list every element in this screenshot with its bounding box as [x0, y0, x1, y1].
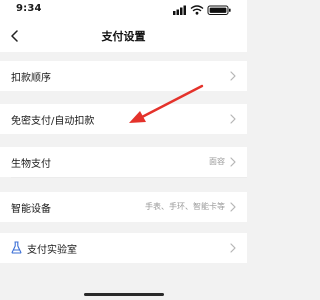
row-smart-device[interactable]: 智能设备 手表、手环、智能卡等 — [0, 192, 247, 222]
chevron-right-icon — [230, 202, 236, 212]
page-title: 支付设置 — [101, 30, 146, 43]
row-smart-device-value: 手表、手环、智能卡等 — [145, 202, 225, 211]
row-deduct-order-label: 扣款顺序 — [11, 73, 51, 84]
row-biometric-value: 面容 — [209, 157, 225, 166]
row-biometric[interactable]: 生物支付 面容 — [0, 147, 247, 177]
status-time: 9:34 — [16, 3, 42, 14]
row-biometric-label: 生物支付 — [11, 159, 51, 170]
status-icons — [173, 5, 235, 15]
status-bar: 9:34 — [0, 0, 247, 20]
nav-bar: 支付设置 — [0, 20, 247, 52]
signal-icon — [173, 5, 186, 15]
row-auto-pay[interactable]: 免密支付/自动扣款 — [0, 104, 247, 134]
chevron-right-icon — [230, 157, 236, 167]
flask-icon — [11, 241, 22, 254]
row-auto-pay-label: 免密支付/自动扣款 — [11, 116, 95, 127]
chevron-right-icon — [230, 71, 236, 81]
battery-icon — [207, 5, 231, 15]
chevron-right-icon — [230, 243, 236, 253]
home-indicator — [84, 293, 164, 296]
row-deduct-order[interactable]: 扣款顺序 — [0, 61, 247, 91]
divider — [11, 177, 247, 178]
row-smart-device-label: 智能设备 — [11, 204, 51, 215]
wifi-icon — [190, 5, 204, 15]
chevron-right-icon — [230, 114, 236, 124]
row-pay-lab-label: 支付实验室 — [27, 245, 77, 256]
row-pay-lab[interactable]: 支付实验室 — [0, 233, 247, 263]
